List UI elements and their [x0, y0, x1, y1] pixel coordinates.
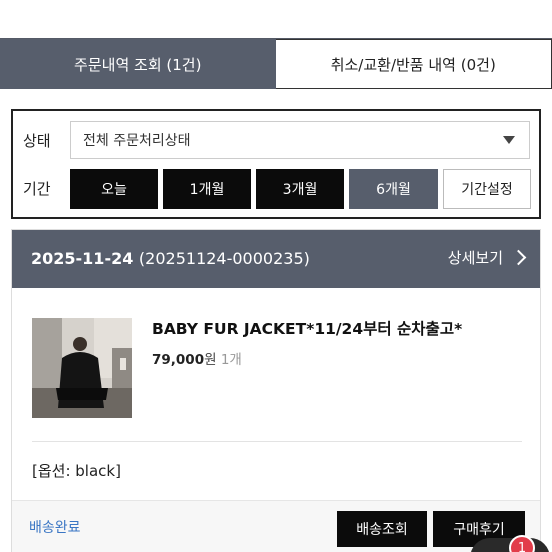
divider [32, 441, 522, 442]
custom-period-button[interactable]: 기간설정 [443, 169, 531, 209]
top-blank-area [0, 0, 552, 38]
period-label: 기간 [23, 180, 51, 198]
status-label: 상태 [23, 132, 51, 150]
product-price: 79,000 [152, 352, 205, 368]
period-6month-button[interactable]: 6개월 [349, 169, 438, 209]
price-unit: 원 [204, 352, 217, 368]
tab-cancel-exchange-return[interactable]: 취소/교환/반품 내역 (0건) [275, 39, 552, 89]
product-quantity: 1개 [220, 352, 242, 368]
status-select[interactable]: 전체 주문처리상태 [70, 121, 530, 159]
product-thumbnail[interactable] [32, 318, 132, 418]
product-price-line: 79,000원 1개 [152, 348, 242, 368]
period-3month-button[interactable]: 3개월 [256, 169, 344, 209]
chevron-right-icon [510, 249, 527, 266]
order-filter-panel: 상태 전체 주문처리상태 기간 오늘 1개월 3개월 6개월 기간설정 [11, 109, 541, 219]
period-1month-button[interactable]: 1개월 [163, 169, 251, 209]
period-today-button[interactable]: 오늘 [70, 169, 158, 209]
order-tabs: 주문내역 조회 (1건) 취소/교환/반품 내역 (0건) [0, 38, 552, 89]
order-date-line: 2025-11-24 (20251124-0000235) [31, 249, 310, 268]
order-footer: 배송완료 배송조회 구매후기 [12, 500, 540, 552]
order-date: 2025-11-24 [31, 249, 134, 268]
chevron-down-icon [503, 136, 515, 144]
order-header: 2025-11-24 (20251124-0000235) 상세보기 [12, 230, 540, 288]
order-card: 2025-11-24 (20251124-0000235) 상세보기 BABY … [11, 229, 541, 552]
tab-order-history[interactable]: 주문내역 조회 (1건) [0, 39, 276, 89]
product-name[interactable]: BABY FUR JACKET*11/24부터 순차출고* [152, 317, 462, 339]
order-detail-link[interactable]: 상세보기 [447, 247, 527, 268]
track-shipment-button[interactable]: 배송조회 [337, 511, 427, 547]
product-option: [옵션: black] [32, 462, 121, 480]
order-number: (20251124-0000235) [138, 249, 310, 268]
status-select-value: 전체 주문처리상태 [83, 133, 191, 149]
order-detail-label: 상세보기 [447, 249, 503, 267]
shipping-status: 배송완료 [29, 520, 81, 536]
